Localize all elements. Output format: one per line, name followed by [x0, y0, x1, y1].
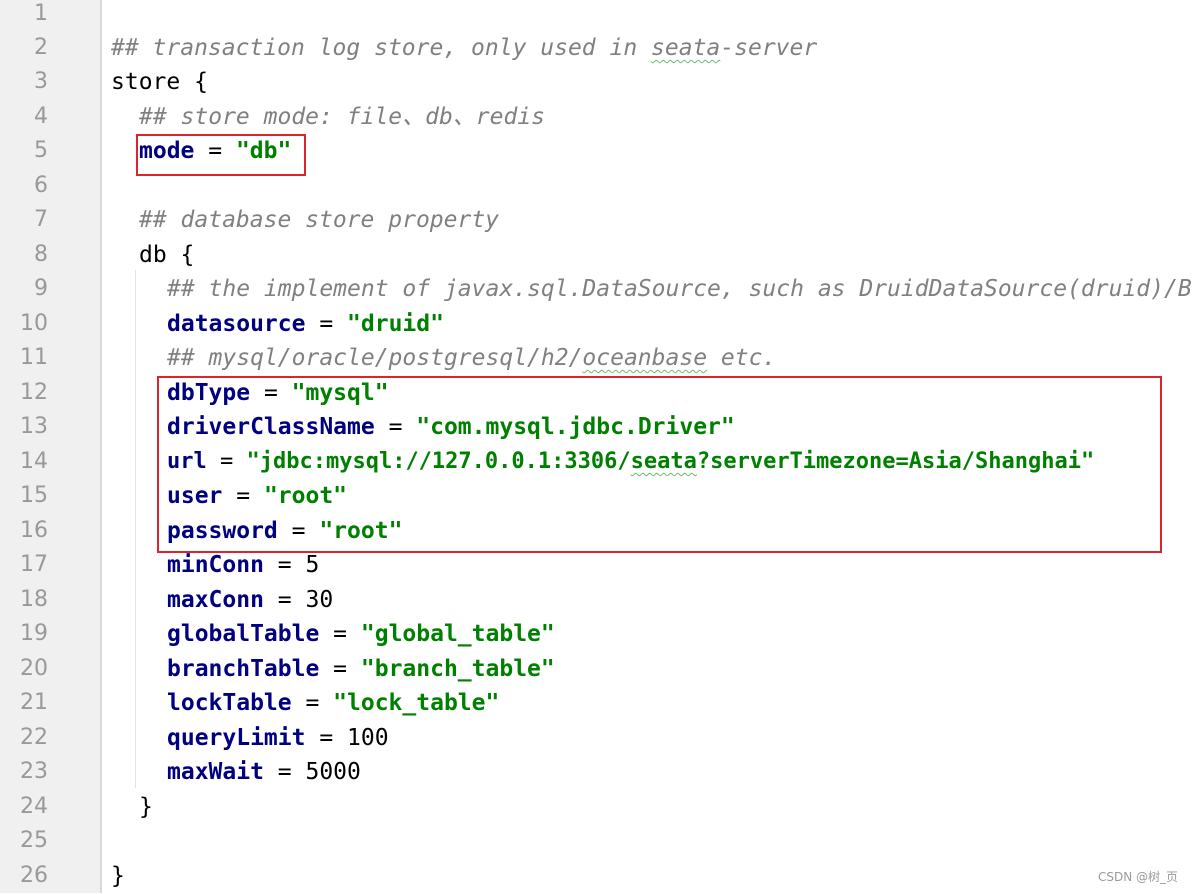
line-number: 8 [34, 242, 48, 267]
code-line-22: queryLimit = 100 [167, 725, 389, 751]
line-number: 4 [34, 104, 48, 129]
line-number: 10 [20, 311, 48, 336]
line-number: 14 [20, 449, 48, 474]
code-line-10: datasource = "druid" [167, 311, 444, 337]
line-number: 12 [20, 380, 48, 405]
code-line-23: maxWait = 5000 [167, 759, 361, 785]
line-number: 5 [34, 138, 48, 163]
line-number: 20 [20, 656, 48, 681]
code-line-17: minConn = 5 [167, 552, 320, 578]
line-number: 7 [34, 207, 48, 232]
code-line-20: branchTable = "branch_table" [167, 656, 555, 682]
highlight-box-connection [157, 376, 1162, 553]
line-number-gutter: 1 2 3 4 5 6 7 8 9 10 11 12 13 14 15 16 1… [0, 0, 102, 893]
line-number: 9 [34, 276, 48, 301]
line-number: 23 [20, 759, 48, 784]
code-line-3: store { [111, 69, 208, 95]
line-number: 22 [20, 725, 48, 750]
watermark: CSDN @树_页 [1097, 870, 1178, 884]
line-number: 11 [20, 345, 48, 370]
highlight-box-mode [136, 134, 306, 176]
code-line-8: db { [139, 242, 195, 268]
line-number: 25 [20, 828, 48, 853]
line-number: 18 [20, 587, 48, 612]
line-number: 1 [34, 1, 48, 26]
line-number: 3 [34, 69, 48, 94]
code-line-2: ## transaction log store, only used in s… [111, 35, 818, 61]
line-number: 26 [20, 863, 48, 888]
line-number: 16 [20, 518, 48, 543]
code-line-21: lockTable = "lock_table" [167, 690, 500, 716]
line-number: 24 [20, 794, 48, 819]
line-number: 13 [20, 414, 48, 439]
code-line-11: ## mysql/oracle/postgresql/h2/oceanbase … [167, 345, 777, 371]
code-line-7: ## database store property [139, 207, 500, 233]
code-line-4: ## store mode: file、db、redis [139, 104, 546, 130]
indent-guide [135, 270, 136, 788]
code-line-26: } [111, 863, 125, 889]
code-line-19: globalTable = "global_table" [167, 621, 555, 647]
line-number: 17 [20, 552, 48, 577]
line-number: 2 [34, 35, 48, 60]
line-number: 6 [34, 173, 48, 198]
line-number: 15 [20, 483, 48, 508]
code-line-24: } [139, 794, 153, 820]
code-line-18: maxConn = 30 [167, 587, 334, 613]
code-line-9: ## the implement of javax.sql.DataSource… [167, 276, 1192, 302]
line-number: 19 [20, 621, 48, 646]
line-number: 21 [20, 690, 48, 715]
